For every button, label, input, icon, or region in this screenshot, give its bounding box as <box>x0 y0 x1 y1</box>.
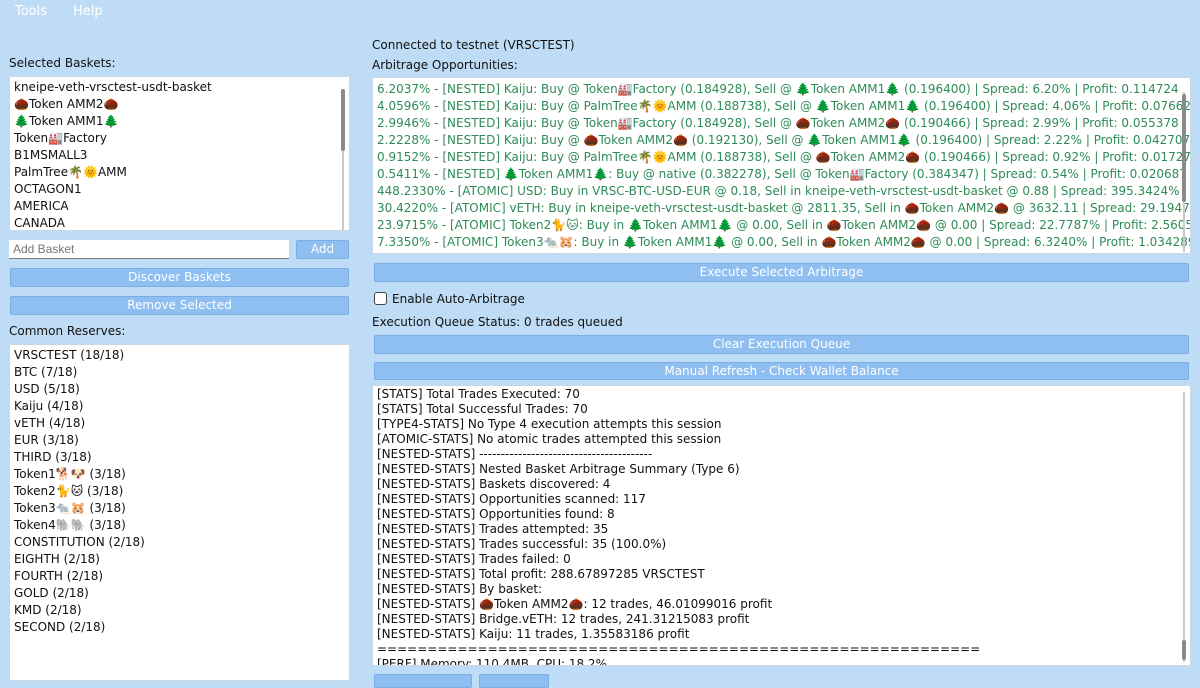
add-basket-input[interactable] <box>9 240 289 259</box>
basket-list-item[interactable]: B1MSMALL3 <box>10 147 349 164</box>
reserve-list-item[interactable]: Token1🐕🐶 (3/18) <box>10 466 349 483</box>
log-line[interactable]: [PERF] Memory: 110.4MB, CPU: 18.2% <box>373 657 1190 665</box>
log-line[interactable]: ========================================… <box>373 642 1190 657</box>
reserve-list-item[interactable]: vETH (4/18) <box>10 415 349 432</box>
common-reserves-label: Common Reserves: <box>9 324 126 338</box>
opportunity-list-item[interactable]: 0.5411% - [NESTED] 🌲Token AMM1🌲: Buy @ n… <box>373 166 1190 183</box>
reserve-list-item[interactable]: SECOND (2/18) <box>10 619 349 636</box>
log-line[interactable]: [STATS] Total Trades Executed: 70 <box>373 387 1190 402</box>
reserve-list-item[interactable]: CONSTITUTION (2/18) <box>10 534 349 551</box>
selected-baskets-label: Selected Baskets: <box>9 56 116 70</box>
execute-arbitrage-button[interactable]: Execute Selected Arbitrage <box>374 263 1189 282</box>
execution-queue-status: Execution Queue Status: 0 trades queued <box>372 315 623 329</box>
opportunity-list-item[interactable]: 4.0596% - [NESTED] Kaiju: Buy @ PalmTree… <box>373 98 1190 115</box>
menu-help[interactable]: Help <box>73 4 103 19</box>
opportunity-list-item[interactable]: 448.2330% - [ATOMIC] USD: Buy in VRSC-BT… <box>373 183 1190 200</box>
basket-list-item[interactable]: AMERICA <box>10 198 349 215</box>
menu-tools[interactable]: Tools <box>15 4 47 19</box>
reserve-list-item[interactable]: USD (5/18) <box>10 381 349 398</box>
auto-arbitrage-checkbox[interactable] <box>374 292 387 305</box>
log-line[interactable]: [NESTED-STATS] Trades failed: 0 <box>373 552 1190 567</box>
basket-list-item[interactable]: OCTAGON1 <box>10 181 349 198</box>
opportunity-list-item[interactable]: 23.9715% - [ATOMIC] Token2🐈🐱: Buy in 🌲To… <box>373 217 1190 234</box>
opportunity-list-item[interactable]: 7.3350% - [ATOMIC] Token3🐀🐹: Buy in 🌲Tok… <box>373 234 1190 251</box>
log-line[interactable]: [NESTED-STATS] Opportunities found: 8 <box>373 507 1190 522</box>
remove-selected-button[interactable]: Remove Selected <box>10 296 349 315</box>
discover-baskets-button[interactable]: Discover Baskets <box>10 268 349 287</box>
reserve-list-item[interactable]: GOLD (2/18) <box>10 585 349 602</box>
log-line[interactable]: [NESTED-STATS] Kaiju: 11 trades, 1.35583… <box>373 627 1190 642</box>
reserve-list-item[interactable]: Token2🐈🐱 (3/18) <box>10 483 349 500</box>
reserve-list-item[interactable]: Token4🐘🐘 (3/18) <box>10 517 349 534</box>
log-line[interactable]: [NESTED-STATS] Trades successful: 35 (10… <box>373 537 1190 552</box>
log-line[interactable]: [TYPE4-STATS] No Type 4 execution attemp… <box>373 417 1190 432</box>
basket-list-item[interactable]: 🌰Token AMM2🌰 <box>10 96 349 113</box>
basket-list-item[interactable]: CANADA <box>10 215 349 230</box>
log-output[interactable]: [STATS] Total Trades Executed: 70 [STATS]… <box>372 385 1191 666</box>
auto-arbitrage-label: Enable Auto-Arbitrage <box>392 292 525 306</box>
opportunities-scrollbar[interactable] <box>1180 92 1188 252</box>
connection-status: Connected to testnet (VRSCTEST) <box>372 38 575 52</box>
manual-refresh-button[interactable]: Manual Refresh - Check Wallet Balance <box>374 362 1189 380</box>
arbitrage-opportunities-list[interactable]: 6.2037% - [NESTED] Kaiju: Buy @ Token🏭Fa… <box>372 77 1191 254</box>
reserve-list-item[interactable]: VRSCTEST (18/18) <box>10 347 349 364</box>
log-line[interactable]: [NESTED-STATS] Bridge.vETH: 12 trades, 2… <box>373 612 1190 627</box>
add-basket-button[interactable]: Add <box>296 240 349 259</box>
reserve-list-item[interactable]: Kaiju (4/18) <box>10 398 349 415</box>
opportunity-list-item[interactable]: 6.2037% - [NESTED] Kaiju: Buy @ Token🏭Fa… <box>373 81 1190 98</box>
baskets-scrollbar[interactable] <box>339 89 347 230</box>
reserve-list-item[interactable]: KMD (2/18) <box>10 602 349 619</box>
basket-list-item[interactable]: Token🏭Factory <box>10 130 349 147</box>
reserve-list-item[interactable]: THIRD (3/18) <box>10 449 349 466</box>
reserve-list-item[interactable]: EIGHTH (2/18) <box>10 551 349 568</box>
log-line[interactable]: [NESTED-STATS] Opportunities scanned: 11… <box>373 492 1190 507</box>
log-line[interactable]: [NESTED-STATS] Nested Basket Arbitrage S… <box>373 462 1190 477</box>
basket-list-item[interactable]: 🌲Token AMM1🌲 <box>10 113 349 130</box>
opportunity-list-item[interactable]: 0.9152% - [NESTED] Kaiju: Buy @ PalmTree… <box>373 149 1190 166</box>
basket-list-item[interactable]: kneipe-veth-vrsctest-usdt-basket <box>10 79 349 96</box>
reserve-list-item[interactable]: Token3🐀🐹 (3/18) <box>10 500 349 517</box>
log-line[interactable]: [ATOMIC-STATS] No atomic trades attempte… <box>373 432 1190 447</box>
bottom-button-2[interactable] <box>479 674 549 688</box>
clear-queue-button[interactable]: Clear Execution Queue <box>374 335 1189 354</box>
reserve-list-item[interactable]: BTC (7/18) <box>10 364 349 381</box>
menu-bar: Tools Help <box>0 0 1200 24</box>
log-line[interactable]: [NESTED-STATS] Total profit: 288.6789728… <box>373 567 1190 582</box>
opportunity-list-item[interactable]: 2.9946% - [NESTED] Kaiju: Buy @ Token🏭Fa… <box>373 115 1190 132</box>
log-scrollbar[interactable] <box>1180 392 1188 662</box>
arbitrage-opportunities-label: Arbitrage Opportunities: <box>372 58 518 72</box>
reserve-list-item[interactable]: FOURTH (2/18) <box>10 568 349 585</box>
reserve-list-item[interactable]: EUR (3/18) <box>10 432 349 449</box>
common-reserves-list[interactable]: VRSCTEST (18/18) BTC (7/18) USD (5/18) Kaij… <box>9 344 350 681</box>
bottom-button-1[interactable] <box>374 674 472 688</box>
log-line[interactable]: [STATS] Total Successful Trades: 70 <box>373 402 1190 417</box>
log-line[interactable]: [NESTED-STATS] By basket: <box>373 582 1190 597</box>
log-line[interactable]: [NESTED-STATS] Baskets discovered: 4 <box>373 477 1190 492</box>
selected-baskets-list[interactable]: kneipe-veth-vrsctest-usdt-basket 🌰Token A… <box>9 76 350 231</box>
opportunity-list-item[interactable]: 2.2228% - [NESTED] Kaiju: Buy @ 🌰Token A… <box>373 132 1190 149</box>
log-line[interactable]: [NESTED-STATS] -------------------------… <box>373 447 1190 462</box>
log-line[interactable]: [NESTED-STATS] 🌰Token AMM2🌰: 12 trades, … <box>373 597 1190 612</box>
log-line[interactable]: [NESTED-STATS] Trades attempted: 35 <box>373 522 1190 537</box>
basket-list-item[interactable]: PalmTree🌴🌞AMM <box>10 164 349 181</box>
opportunity-list-item[interactable]: 30.4220% - [ATOMIC] vETH: Buy in kneipe-… <box>373 200 1190 217</box>
